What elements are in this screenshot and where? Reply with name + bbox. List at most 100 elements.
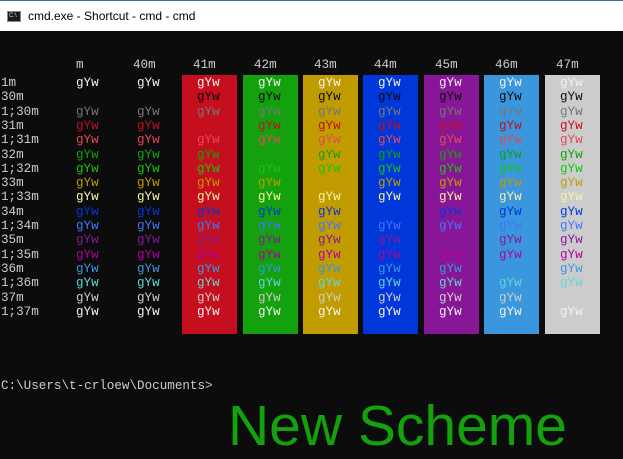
sample-cell: gYw xyxy=(439,304,462,319)
sample-cell: gYw xyxy=(137,90,160,105)
sample-cell: gYw xyxy=(137,118,160,133)
sample-cell: gYw xyxy=(560,76,583,90)
sample-cell: gYw xyxy=(258,261,281,276)
sample-cell: gYw xyxy=(378,304,401,319)
sample-cell: gYw xyxy=(378,176,401,191)
sample-cell: gYw xyxy=(318,233,341,248)
sample-cell: gYw xyxy=(197,90,220,105)
sample-cell: gYw xyxy=(499,161,522,176)
terminal-area[interactable]: m 40m 41m 42m 43m 44m 45m 46m 47m 1m gYw gYw gYw gYw g… xyxy=(0,31,623,458)
sample-cell: gYw xyxy=(258,104,281,119)
sample-cell: gYw xyxy=(76,290,99,305)
sample-cell: gYw xyxy=(258,133,281,148)
sample-cell: gYw xyxy=(258,290,281,305)
sample-cell: gYw xyxy=(499,276,522,291)
sample-cell: gYw xyxy=(499,247,522,262)
sample-cell: gYw xyxy=(137,233,160,248)
sample-cell: gYw xyxy=(378,104,401,119)
row-label: 31m xyxy=(1,118,24,133)
sample-cell: gYw xyxy=(76,104,99,119)
sample-cell: gYw xyxy=(318,104,341,119)
sample-cell: gYw xyxy=(439,161,462,176)
sample-cell: gYw xyxy=(560,261,583,276)
command-prompt[interactable]: C:\Users\t-crloew\Documents> xyxy=(1,379,213,393)
sample-cell: gYw xyxy=(318,290,341,305)
sample-cell: gYw xyxy=(439,276,462,291)
column-header: 42m xyxy=(254,58,277,72)
sample-cell: gYw xyxy=(197,219,220,233)
sample-cell: gYw xyxy=(76,190,99,205)
sample-cell: gYw xyxy=(378,133,401,148)
row-label: 1;37m xyxy=(1,304,39,319)
sample-cell: gYw xyxy=(197,276,220,291)
sample-cell: gYw xyxy=(197,204,220,219)
sample-cell: gYw xyxy=(76,233,99,248)
sample-cell: gYw xyxy=(499,304,522,319)
sample-cell: gYw xyxy=(318,247,341,262)
row-label: 32m xyxy=(1,147,24,162)
sample-cell: gYw xyxy=(197,161,220,176)
sample-cell: gYw xyxy=(76,90,99,105)
sample-cell: gYw xyxy=(258,147,281,162)
column-header: 43m xyxy=(314,58,337,72)
sample-cell: gYw xyxy=(499,176,522,191)
sample-cell: gYw xyxy=(318,304,341,319)
sample-cell: gYw xyxy=(137,219,160,233)
sample-cell: gYw xyxy=(318,261,341,276)
sample-cell: gYw xyxy=(76,176,99,191)
sample-cell: gYw xyxy=(197,190,220,205)
console-icon: C:\ xyxy=(7,11,21,22)
sample-cell: gYw xyxy=(258,161,281,176)
sample-cell: gYw xyxy=(439,190,462,205)
column-header: 47m xyxy=(556,58,579,72)
sample-cell: gYw xyxy=(76,304,99,319)
sample-cell: gYw xyxy=(197,304,220,319)
sample-cell: gYw xyxy=(439,147,462,162)
sample-cell: gYw xyxy=(318,133,341,148)
sample-cell: gYw xyxy=(76,76,99,90)
sample-cell: gYw xyxy=(499,233,522,248)
sample-cell: gYw xyxy=(197,133,220,148)
sample-cell: gYw xyxy=(560,290,583,305)
sample-cell: gYw xyxy=(560,161,583,176)
sample-cell: gYw xyxy=(499,76,522,90)
sample-cell: gYw xyxy=(560,276,583,291)
sample-cell: gYw xyxy=(197,76,220,90)
sample-cell: gYw xyxy=(378,90,401,105)
sample-cell: gYw xyxy=(439,261,462,276)
sample-cell: gYw xyxy=(197,290,220,305)
sample-cell: gYw xyxy=(76,118,99,133)
row-label: 37m xyxy=(1,290,24,305)
sample-cell: gYw xyxy=(499,190,522,205)
sample-cell: gYw xyxy=(137,190,160,205)
sample-cell: gYw xyxy=(258,118,281,133)
sample-cell: gYw xyxy=(137,290,160,305)
sample-cell: gYw xyxy=(76,247,99,262)
column-header: 46m xyxy=(495,58,518,72)
sample-cell: gYw xyxy=(499,90,522,105)
sample-cell: gYw xyxy=(378,290,401,305)
row-label: 33m xyxy=(1,176,24,191)
sample-cell: gYw xyxy=(197,247,220,262)
sample-cell: gYw xyxy=(137,276,160,291)
sample-cell: gYw xyxy=(560,304,583,319)
sample-cell: gYw xyxy=(499,118,522,133)
sample-cell: gYw xyxy=(137,133,160,148)
sample-cell: gYw xyxy=(197,104,220,119)
row-label: 35m xyxy=(1,233,24,248)
row-label: 1;35m xyxy=(1,247,39,262)
sample-cell: gYw xyxy=(378,261,401,276)
sample-cell: gYw xyxy=(137,76,160,90)
sample-cell: gYw xyxy=(76,133,99,148)
row-label: 30m xyxy=(1,90,24,105)
sample-cell: gYw xyxy=(560,133,583,148)
sample-cell: gYw xyxy=(439,133,462,148)
sample-cell: gYw xyxy=(258,76,281,90)
sample-cell: gYw xyxy=(439,247,462,262)
sample-cell: gYw xyxy=(560,247,583,262)
sample-cell: gYw xyxy=(197,118,220,133)
sample-cell: gYw xyxy=(258,247,281,262)
sample-cell: gYw xyxy=(439,104,462,119)
sample-cell: gYw xyxy=(76,261,99,276)
scheme-label: New Scheme xyxy=(228,394,567,458)
